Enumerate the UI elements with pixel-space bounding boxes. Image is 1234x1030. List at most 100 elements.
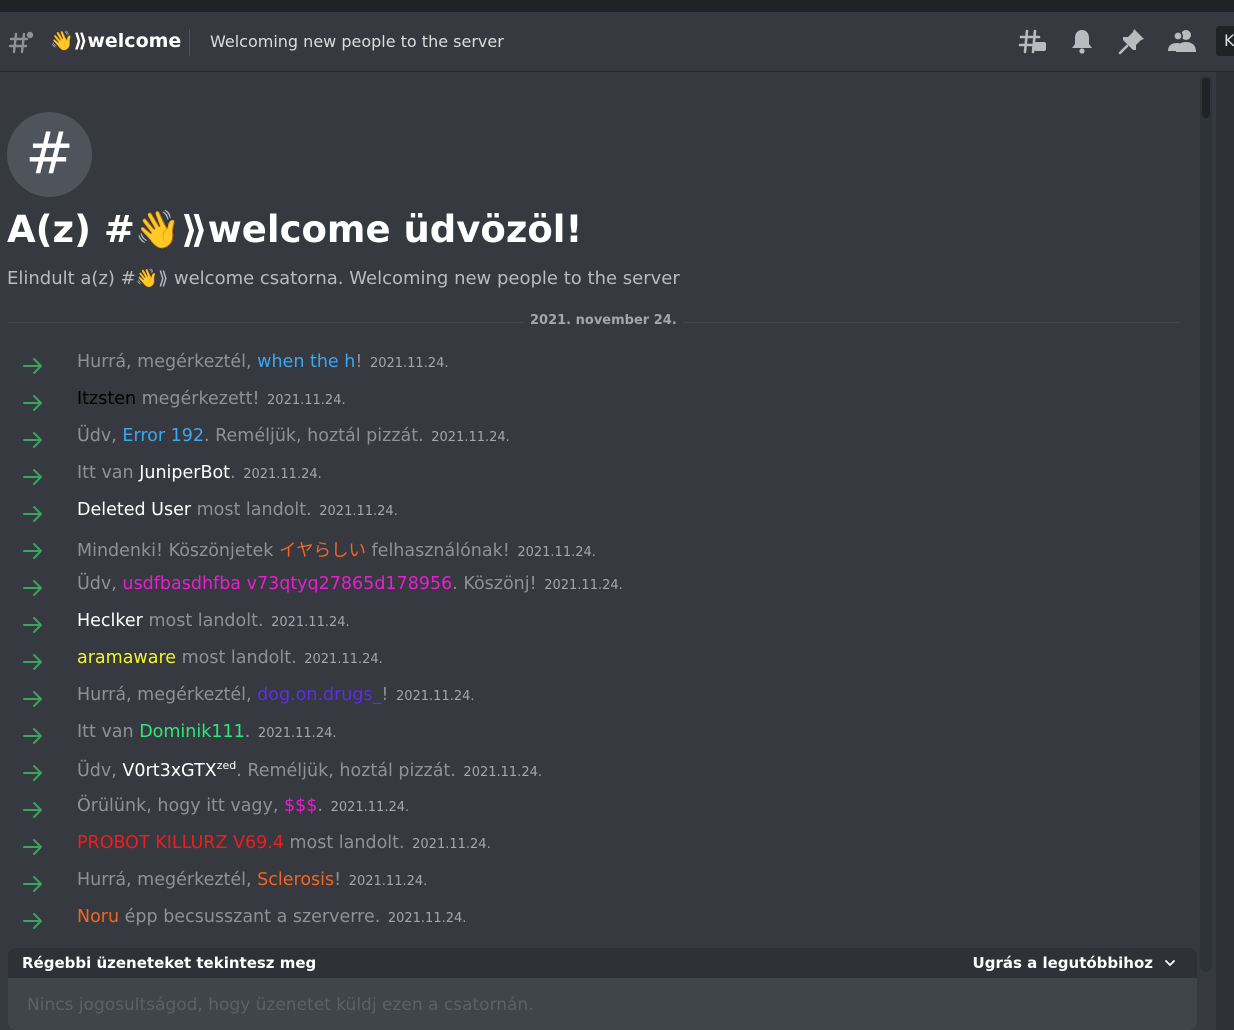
header-divider (189, 29, 190, 56)
message-suffix: . Köszönj! (452, 574, 543, 594)
message-suffix: . Reméljük, hoztál pizzát. (204, 426, 430, 446)
message-prefix: Örülünk, hogy itt vagy, (77, 796, 285, 816)
username-link[interactable]: Sclerosis (257, 870, 334, 890)
message-timestamp[interactable]: 2021.11.24. (388, 911, 467, 926)
search-input[interactable]: K (1216, 26, 1234, 56)
join-message-text: Itzsten megérkezett! 2021.11.24. (77, 389, 346, 409)
date-divider-label: 2021. november 24. (524, 313, 683, 328)
username-link[interactable]: JuniperBot (139, 463, 230, 483)
join-arrow-icon (23, 802, 42, 818)
message-timestamp[interactable]: 2021.11.24. (396, 689, 475, 704)
join-message: Heclker most landolt. 2021.11.24. (0, 611, 1190, 648)
username-link[interactable]: dog.on.drugs_ (257, 685, 381, 705)
username-link[interactable]: Dominik111 (139, 722, 245, 742)
join-message: Üdv, V0rt3xGTXzed. Reméljük, hoztál pizz… (0, 759, 1190, 796)
message-timestamp[interactable]: 2021.11.24. (258, 726, 337, 741)
join-arrow-icon (23, 876, 42, 892)
join-message-text: PROBOT KILLURZ V69.4 most landolt. 2021.… (77, 833, 491, 853)
message-timestamp[interactable]: 2021.11.24. (243, 467, 322, 482)
message-timestamp[interactable]: 2021.11.24. (331, 800, 410, 815)
members-icon[interactable] (1167, 26, 1197, 56)
message-timestamp[interactable]: 2021.11.24. (304, 652, 383, 667)
username-link[interactable]: Noru (77, 907, 119, 927)
message-timestamp[interactable]: 2021.11.24. (463, 765, 542, 780)
username-link[interactable]: Heclker (77, 611, 143, 631)
message-timestamp[interactable]: 2021.11.24. (319, 504, 398, 519)
join-message: Itt van JuniperBot. 2021.11.24. (0, 463, 1190, 500)
message-prefix: Itt van (77, 463, 140, 483)
join-arrow-icon (23, 432, 42, 448)
message-prefix: Hurrá, megérkeztél, (77, 685, 258, 705)
scrollbar-thumb[interactable] (1202, 78, 1210, 118)
bell-icon[interactable] (1067, 26, 1097, 56)
username-link[interactable]: $$$ (284, 796, 317, 816)
message-timestamp[interactable]: 2021.11.24. (517, 545, 596, 560)
composer-placeholder: Nincs jogosultságod, hogy üzenetet küldj… (27, 995, 534, 1015)
join-message: Örülünk, hogy itt vagy, $$$. 2021.11.24. (0, 796, 1190, 833)
username-link[interactable]: PROBOT KILLURZ V69.4 (77, 833, 284, 853)
join-message-text: Üdv, usdfbasdhfba v73qtyq27865d178956. K… (77, 574, 623, 594)
join-message: Üdv, Error 192. Reméljük, hoztál pizzát.… (0, 426, 1190, 463)
pin-icon[interactable] (1117, 26, 1147, 56)
join-message-text: Hurrá, megérkeztél, dog.on.drugs_! 2021.… (77, 685, 475, 705)
message-timestamp[interactable]: 2021.11.24. (544, 578, 623, 593)
join-message: aramaware most landolt. 2021.11.24. (0, 648, 1190, 685)
join-arrow-icon (23, 358, 42, 374)
username-superscript: zed (216, 759, 237, 772)
join-arrow-icon (23, 395, 42, 411)
join-message: Hurrá, megérkeztél, Sclerosis! 2021.11.2… (0, 870, 1190, 907)
username-link[interactable]: イヤらしい (279, 541, 366, 561)
message-prefix: Üdv, (77, 574, 123, 594)
username-link[interactable]: Itzsten (77, 389, 136, 409)
scrollbar-track[interactable] (1200, 76, 1212, 972)
join-message-text: Deleted User most landolt. 2021.11.24. (77, 500, 398, 520)
channel-topic[interactable]: Welcoming new people to the server (210, 32, 504, 51)
join-arrow-icon (23, 765, 42, 781)
join-arrow-icon (23, 654, 42, 670)
username-link[interactable]: usdfbasdhfba v73qtyq27865d178956 (122, 574, 452, 594)
join-message: Hurrá, megérkeztél, when the h! 2021.11.… (0, 352, 1190, 389)
message-composer[interactable]: Nincs jogosultságod, hogy üzenetet küldj… (8, 978, 1197, 1030)
message-prefix: Itt van (77, 722, 140, 742)
join-message-text: Hurrá, megérkeztél, when the h! 2021.11.… (77, 352, 449, 372)
message-timestamp[interactable]: 2021.11.24. (370, 356, 449, 371)
join-message: Deleted User most landolt. 2021.11.24. (0, 500, 1190, 537)
chevron-down-icon[interactable] (1163, 956, 1177, 970)
join-message: Mindenki! Köszönjetek イヤらしい felhasználón… (0, 537, 1190, 574)
message-suffix: most landolt. (283, 833, 411, 853)
older-messages-bar[interactable]: Régebbi üzeneteket tekintesz meg Ugrás a… (8, 948, 1197, 978)
join-message-text: Üdv, V0rt3xGTXzed. Reméljük, hoztál pizz… (77, 759, 542, 781)
message-timestamp[interactable]: 2021.11.24. (267, 393, 346, 408)
message-prefix: Üdv, (77, 426, 123, 446)
window-top-strip (0, 0, 1234, 12)
message-suffix: épp becsusszant a szerverre. (119, 907, 386, 927)
message-timestamp[interactable]: 2021.11.24. (271, 615, 350, 630)
channel-hash-avatar: # (7, 112, 92, 197)
join-arrow-icon (23, 728, 42, 744)
message-timestamp[interactable]: 2021.11.24. (431, 430, 510, 445)
join-message-text: Heclker most landolt. 2021.11.24. (77, 611, 350, 631)
message-timestamp[interactable]: 2021.11.24. (349, 874, 428, 889)
join-message-text: Örülünk, hogy itt vagy, $$$. 2021.11.24. (77, 796, 409, 816)
message-timestamp[interactable]: 2021.11.24. (412, 837, 491, 852)
message-suffix: most landolt. (142, 611, 270, 631)
message-suffix: . (317, 796, 329, 816)
join-arrow-icon (23, 469, 42, 485)
message-prefix: Hurrá, megérkeztél, (77, 352, 258, 372)
join-arrow-icon (23, 506, 42, 522)
channel-name: 👋⟫welcome (50, 30, 182, 52)
jump-to-present-button[interactable]: Ugrás a legutóbbihoz (973, 954, 1153, 972)
join-message: PROBOT KILLURZ V69.4 most landolt. 2021.… (0, 833, 1190, 870)
username-link[interactable]: Deleted User (77, 500, 191, 520)
join-arrow-icon (23, 617, 42, 633)
message-suffix: ! (334, 870, 347, 890)
older-messages-label: Régebbi üzeneteket tekintesz meg (22, 954, 317, 972)
username-link[interactable]: Error 192 (122, 426, 204, 446)
username-link[interactable]: when the h (257, 352, 355, 372)
username-link[interactable]: V0rt3xGTXzed (122, 759, 237, 781)
username-link[interactable]: aramaware (77, 648, 176, 668)
threads-icon[interactable] (1018, 26, 1048, 56)
join-message: Üdv, usdfbasdhfba v73qtyq27865d178956. K… (0, 574, 1190, 611)
message-suffix: . (230, 463, 242, 483)
text-channel-hash-icon (8, 31, 34, 54)
